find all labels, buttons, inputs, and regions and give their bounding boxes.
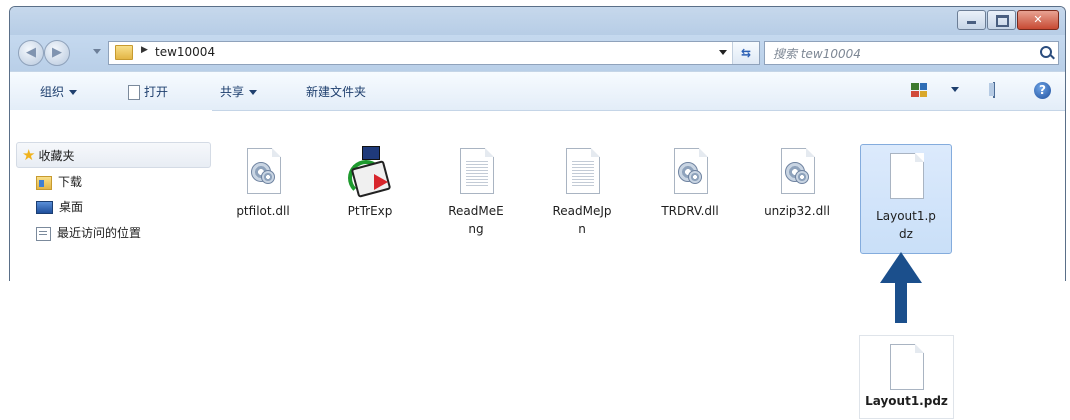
maximize-button[interactable] bbox=[987, 10, 1016, 30]
organize-menu[interactable]: 组织 bbox=[40, 83, 78, 100]
text-doc-icon bbox=[558, 146, 606, 196]
file-item[interactable]: TRDRV.dll bbox=[645, 140, 735, 220]
sidebar-item-recent-places[interactable]: 最近访问的位置 bbox=[36, 224, 141, 241]
file-name: PtTrExp bbox=[347, 204, 393, 218]
close-icon: ✕ bbox=[1033, 13, 1043, 26]
back-arrow-icon: ◀ bbox=[26, 45, 36, 60]
recent-places-icon bbox=[36, 226, 51, 241]
navigation-pane: ★ 收藏夹 下载 桌面 最近访问的位置 bbox=[10, 110, 212, 281]
chevron-down-icon bbox=[249, 90, 258, 95]
new-folder-button[interactable]: 新建文件夹 bbox=[306, 83, 366, 100]
file-item[interactable]: ptfilot.dll bbox=[218, 140, 308, 220]
preview-pane-icon[interactable] bbox=[993, 82, 995, 98]
file-name: unzip32.dll bbox=[764, 204, 830, 218]
history-dropdown-icon[interactable] bbox=[93, 49, 101, 54]
organize-label: 组织 bbox=[40, 85, 65, 99]
file-name: Layout1.p dz bbox=[876, 209, 936, 241]
share-label: 共享 bbox=[220, 85, 245, 99]
open-button[interactable]: 打开 bbox=[128, 83, 168, 100]
text-doc-icon bbox=[452, 146, 500, 196]
view-dropdown-icon[interactable] bbox=[951, 87, 959, 92]
back-button[interactable]: ◀ bbox=[18, 40, 44, 66]
sidebar-item-label: 下载 bbox=[58, 175, 83, 189]
sidebar-item-label: 桌面 bbox=[59, 200, 84, 214]
file-item[interactable]: ReadMeJp n bbox=[537, 140, 627, 238]
desktop-icon bbox=[36, 201, 53, 214]
explorer-window: ✕ ◀ ▶ ▶ tew10004 ⇆ 搜索 tew10004 组织 打开 共享 … bbox=[9, 6, 1066, 281]
search-input[interactable]: 搜索 tew10004 bbox=[764, 41, 1059, 65]
share-menu[interactable]: 共享 bbox=[220, 83, 258, 100]
sidebar-item-label: 最近访问的位置 bbox=[57, 226, 142, 240]
exe-app-icon bbox=[346, 146, 394, 198]
file-name: ReadMeJp n bbox=[552, 204, 612, 236]
download-folder-icon bbox=[36, 175, 52, 190]
file-item[interactable]: ReadMeE ng bbox=[431, 140, 521, 238]
window-controls: ✕ bbox=[956, 10, 1059, 30]
help-icon[interactable]: ? bbox=[1034, 82, 1051, 99]
blank-doc-icon bbox=[890, 344, 924, 390]
maximize-icon bbox=[996, 15, 1009, 27]
search-icon[interactable] bbox=[1040, 46, 1052, 58]
dll-gear-icon bbox=[239, 146, 287, 196]
address-bar: ◀ ▶ ▶ tew10004 ⇆ 搜索 tew10004 bbox=[10, 35, 1065, 71]
minimize-button[interactable] bbox=[957, 10, 986, 30]
change-view-icon[interactable] bbox=[911, 83, 927, 97]
command-bar: 组织 打开 共享 新建文件夹 ? bbox=[10, 71, 1065, 111]
up-arrow-shaft bbox=[895, 282, 907, 323]
sidebar-item-desktop[interactable]: 桌面 bbox=[36, 198, 83, 215]
blank-doc-icon bbox=[882, 151, 930, 201]
dll-gear-icon bbox=[666, 146, 714, 196]
dll-gear-icon bbox=[773, 146, 821, 196]
up-arrow-icon bbox=[880, 252, 922, 283]
file-item[interactable]: unzip32.dll bbox=[752, 140, 842, 220]
new-folder-label: 新建文件夹 bbox=[306, 85, 367, 99]
chevron-down-icon bbox=[69, 90, 78, 95]
sidebar-item-favorites[interactable]: ★ 收藏夹 bbox=[22, 146, 74, 164]
forward-arrow-icon: ▶ bbox=[52, 45, 62, 60]
search-placeholder: 搜索 tew10004 bbox=[773, 47, 861, 61]
callout-filename: Layout1.pdz bbox=[865, 394, 948, 408]
close-button[interactable]: ✕ bbox=[1017, 10, 1059, 30]
forward-button[interactable]: ▶ bbox=[44, 40, 70, 66]
folder-icon bbox=[115, 45, 133, 60]
file-name: TRDRV.dll bbox=[661, 204, 719, 218]
minimize-icon bbox=[967, 21, 976, 24]
sidebar-item-label: 收藏夹 bbox=[38, 149, 75, 163]
address-dropdown-icon[interactable] bbox=[719, 50, 727, 55]
refresh-button[interactable]: ⇆ bbox=[732, 42, 759, 64]
breadcrumb-folder[interactable]: tew10004 bbox=[155, 45, 215, 59]
breadcrumb-arrow-icon[interactable]: ▶ bbox=[141, 45, 148, 55]
star-icon: ★ bbox=[22, 146, 36, 164]
file-name: ReadMeE ng bbox=[448, 204, 504, 236]
file-item-selected[interactable]: Layout1.p dz bbox=[860, 144, 952, 254]
document-icon bbox=[128, 85, 140, 100]
callout-file: Layout1.pdz bbox=[859, 335, 954, 419]
file-item[interactable]: PtTrExp bbox=[325, 140, 415, 220]
address-input[interactable]: ▶ tew10004 ⇆ bbox=[108, 41, 760, 65]
file-list: ptfilot.dll PtTrExp ReadMeE ng ReadMeJp … bbox=[215, 110, 1065, 281]
sidebar-item-downloads[interactable]: 下载 bbox=[36, 173, 82, 190]
open-label: 打开 bbox=[144, 85, 169, 99]
file-name: ptfilot.dll bbox=[236, 204, 290, 218]
title-bar: ✕ bbox=[10, 7, 1065, 35]
